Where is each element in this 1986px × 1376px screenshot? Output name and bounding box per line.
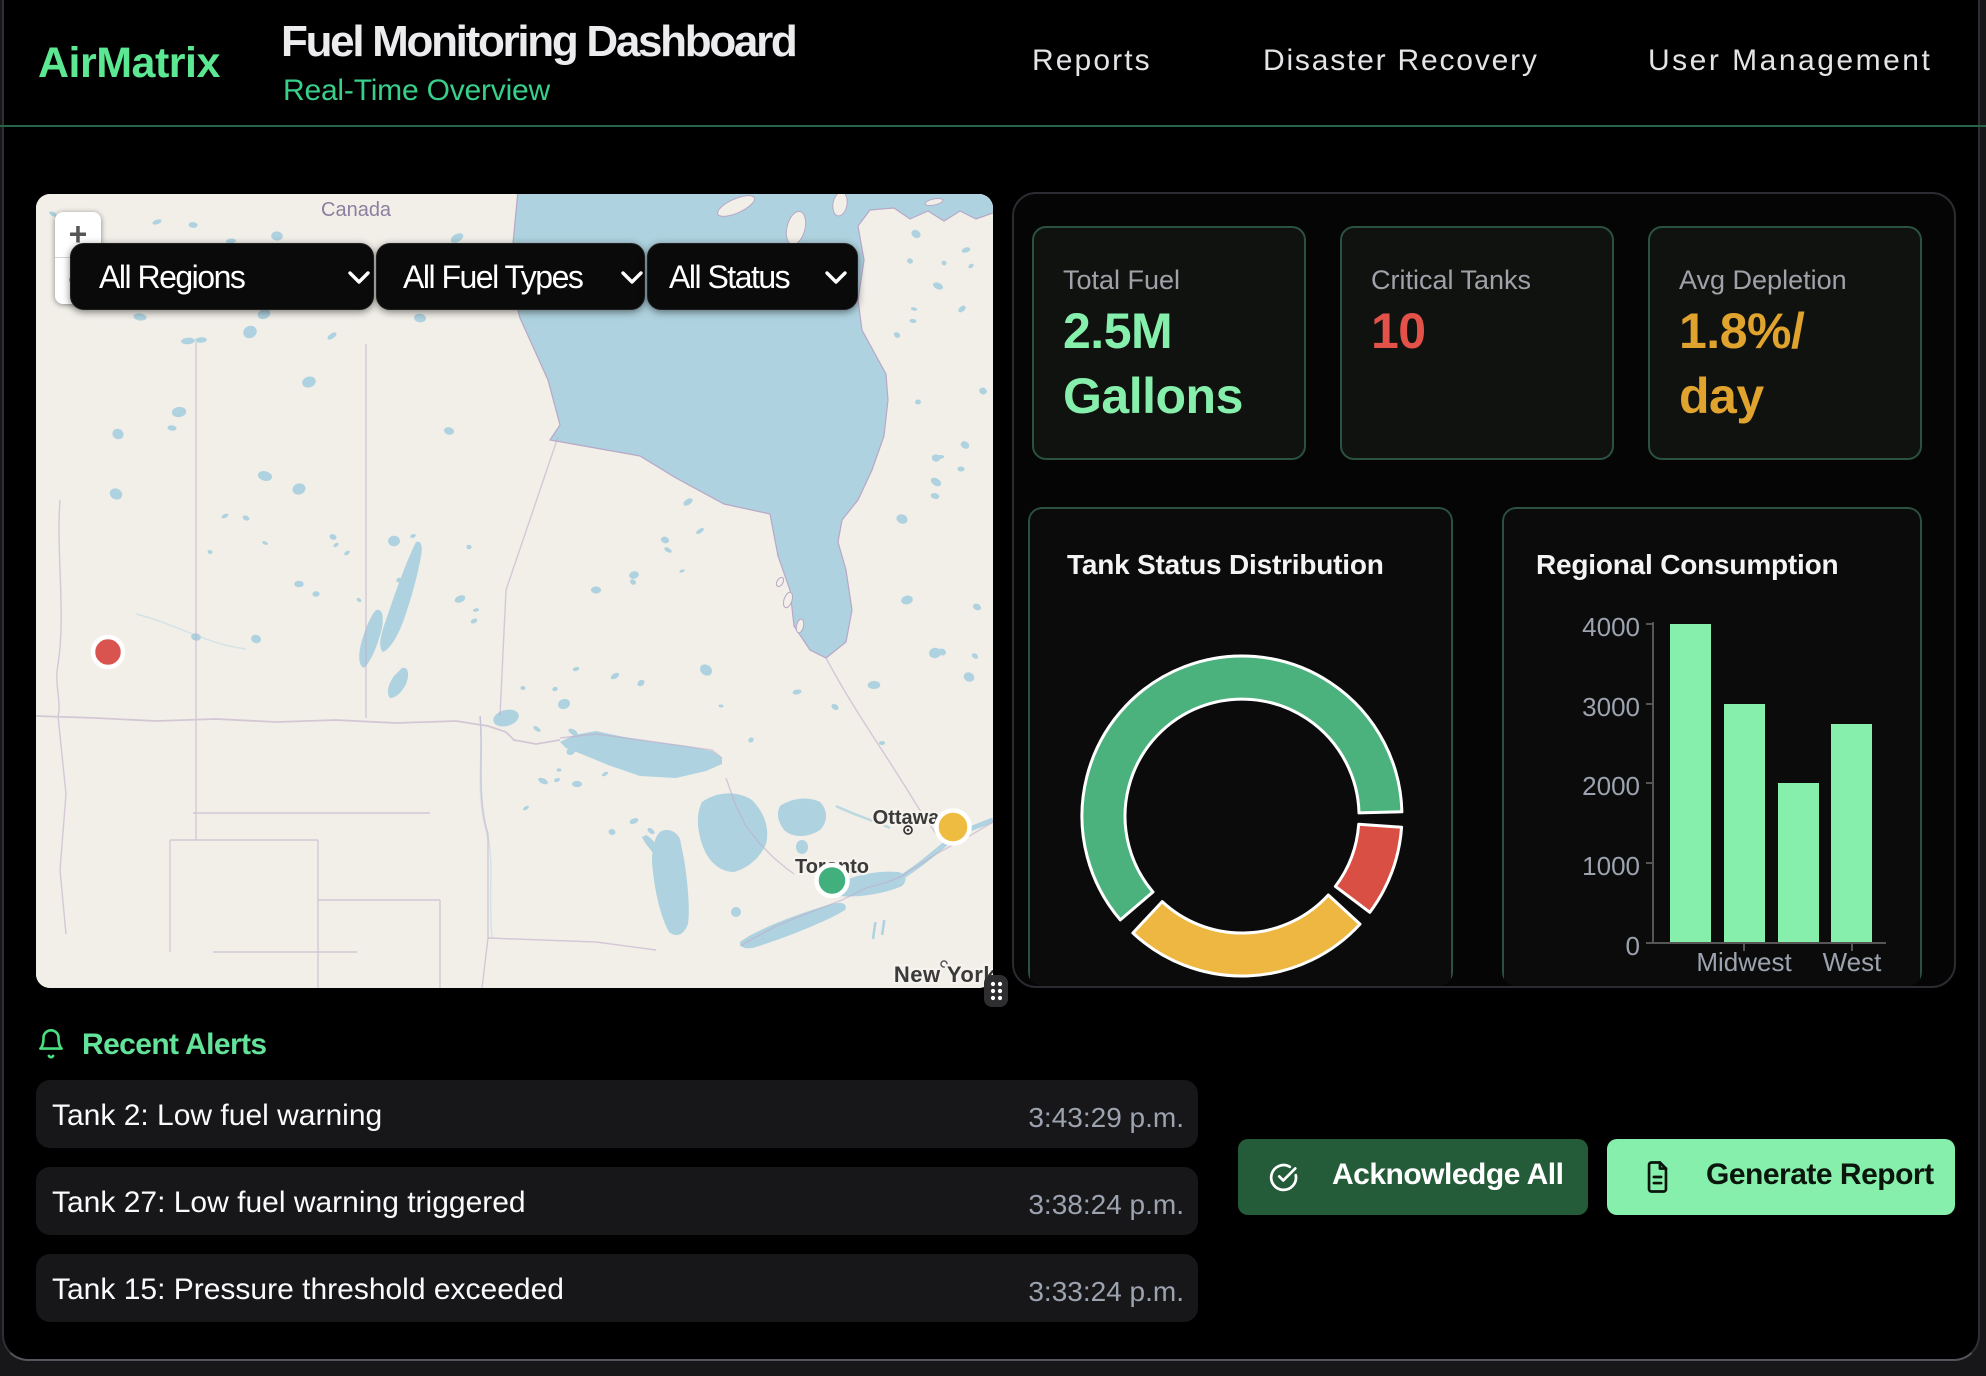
- svg-text:0: 0: [1626, 931, 1640, 961]
- svg-text:3000: 3000: [1582, 692, 1640, 722]
- svg-text:West: West: [1823, 947, 1883, 977]
- svg-text:1000: 1000: [1582, 851, 1640, 881]
- svg-text:New York: New York: [894, 962, 993, 987]
- svg-text:4000: 4000: [1582, 612, 1640, 642]
- svg-text:Canada: Canada: [321, 199, 392, 221]
- svg-text:Midwest: Midwest: [1696, 947, 1792, 977]
- svg-text:2000: 2000: [1582, 771, 1640, 801]
